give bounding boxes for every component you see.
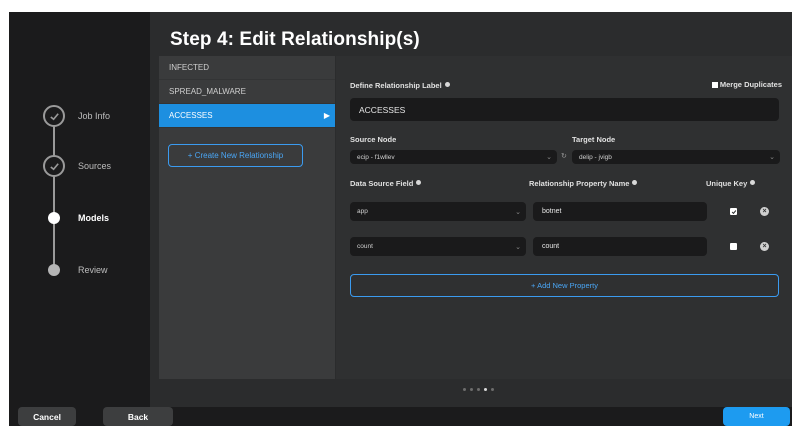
- info-icon[interactable]: [750, 180, 756, 185]
- page-title: Step 4: Edit Relationship(s): [170, 29, 420, 50]
- wizard-window: Job Info Sources Models Review Step 4: E…: [9, 12, 792, 426]
- step-job-info[interactable]: Job Info: [43, 105, 110, 127]
- merge-duplicates-toggle[interactable]: Merge Duplicates: [711, 80, 782, 89]
- chevron-down-icon: ⌄: [546, 154, 552, 161]
- unique-key-heading: Unique Key: [706, 179, 756, 188]
- data-source-field-value: app: [357, 208, 368, 215]
- add-property-button[interactable]: + Add New Property: [350, 274, 779, 297]
- target-node-value: delip - jvigb: [579, 153, 612, 161]
- swap-icon[interactable]: ↻: [561, 152, 567, 160]
- data-source-heading: Data Source Field: [350, 179, 422, 188]
- wizard-steps: Job Info Sources Models Review: [9, 12, 150, 407]
- info-icon[interactable]: [444, 82, 450, 87]
- steps-connector-line: [53, 112, 55, 266]
- back-button[interactable]: Back: [103, 407, 173, 426]
- next-button[interactable]: Next: [723, 407, 790, 426]
- step-label: Review: [78, 265, 108, 275]
- page-dot-active[interactable]: [484, 388, 487, 391]
- step-label: Sources: [78, 161, 112, 171]
- relationship-label-input[interactable]: ACCESSES: [350, 98, 779, 121]
- remove-property-icon[interactable]: ×: [760, 242, 769, 251]
- target-node-select[interactable]: delip - jvigb ⌄: [572, 150, 780, 164]
- chevron-down-icon: ⌄: [515, 208, 521, 216]
- property-name-input[interactable]: count: [533, 237, 707, 256]
- chevron-down-icon: ⌄: [515, 243, 521, 251]
- step-label: Job Info: [78, 111, 111, 121]
- chevron-down-icon: ⌄: [769, 154, 775, 161]
- footer-bar: Cancel Back Next: [9, 407, 792, 426]
- label-heading-text: Define Relationship Label: [350, 81, 442, 90]
- source-node-heading: Source Node: [350, 135, 397, 144]
- step-models[interactable]: Models: [43, 212, 109, 224]
- remove-property-icon[interactable]: ×: [760, 207, 769, 216]
- step-label: Models: [78, 213, 110, 223]
- info-icon[interactable]: [416, 180, 422, 185]
- create-relationship-button[interactable]: + Create New Relationship: [168, 144, 303, 167]
- page-dot[interactable]: [477, 388, 480, 391]
- source-node-value: ecip - f1wllev: [357, 153, 395, 161]
- relationship-item[interactable]: INFECTED: [159, 56, 335, 80]
- step-sources[interactable]: Sources: [43, 155, 111, 177]
- data-source-field-select[interactable]: app ⌄: [350, 202, 526, 221]
- pending-step-dot-icon: [48, 264, 60, 276]
- merge-checkbox[interactable]: [711, 81, 718, 88]
- data-source-heading-text: Data Source Field: [350, 179, 414, 188]
- check-icon: [43, 155, 65, 177]
- page-dot[interactable]: [491, 388, 494, 391]
- unique-key-checkbox[interactable]: [730, 243, 737, 250]
- unique-key-heading-text: Unique Key: [706, 179, 748, 188]
- page-dot[interactable]: [463, 388, 466, 391]
- main-panel: Step 4: Edit Relationship(s) INFECTED SP…: [150, 12, 792, 407]
- target-node-heading: Target Node: [572, 135, 616, 144]
- unique-key-checkbox[interactable]: [730, 208, 737, 215]
- step-review[interactable]: Review: [43, 264, 108, 276]
- current-step-dot-icon: [48, 212, 60, 224]
- relationship-item[interactable]: SPREAD_MALWARE: [159, 80, 335, 104]
- property-name-input[interactable]: botnet: [533, 202, 707, 221]
- relationship-item-active[interactable]: ACCESSES ▶: [159, 104, 335, 128]
- pagination-dots: [463, 388, 494, 391]
- relationship-form: Define Relationship Label Merge Duplicat…: [336, 56, 792, 379]
- rel-prop-heading-text: Relationship Property Name: [529, 179, 630, 188]
- data-source-field-select[interactable]: count ⌄: [350, 237, 526, 256]
- data-source-field-value: count: [357, 243, 373, 250]
- merge-label: Merge Duplicates: [719, 80, 782, 89]
- source-node-select[interactable]: ecip - f1wllev ⌄: [350, 150, 557, 164]
- relationship-list: INFECTED SPREAD_MALWARE ACCESSES ▶ + Cre…: [159, 56, 335, 379]
- relationship-item-label: ACCESSES: [169, 111, 213, 120]
- chevron-right-icon: ▶: [323, 111, 330, 120]
- rel-prop-heading: Relationship Property Name: [529, 179, 638, 188]
- cancel-button[interactable]: Cancel: [18, 407, 76, 426]
- page-dot[interactable]: [470, 388, 473, 391]
- label-heading: Define Relationship Label: [350, 81, 450, 90]
- check-icon: [43, 105, 65, 127]
- info-icon[interactable]: [632, 180, 638, 185]
